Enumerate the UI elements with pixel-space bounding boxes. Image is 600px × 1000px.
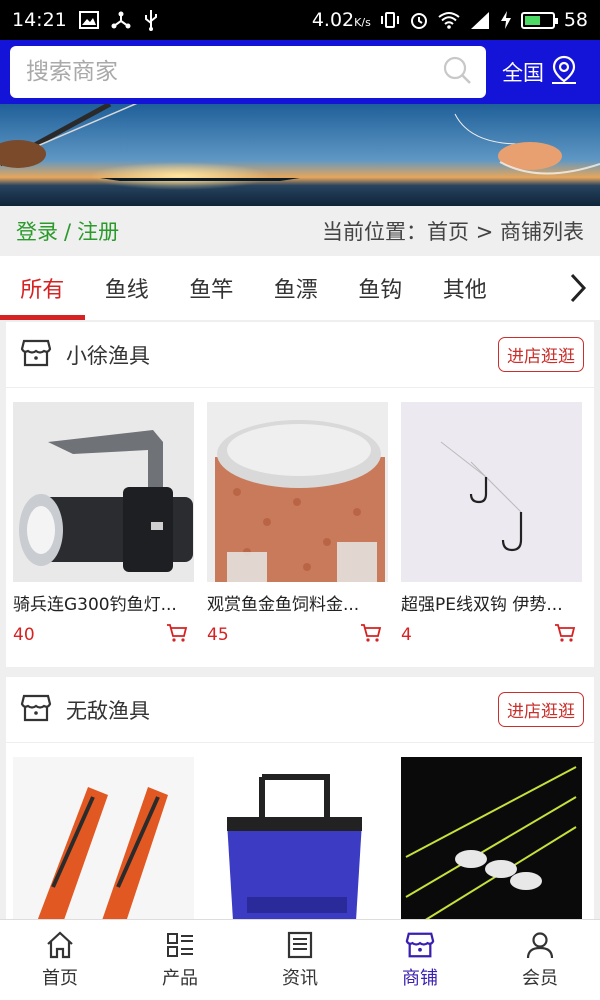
product-price: 45 [207,625,229,645]
network-speed: 4.02K/s [311,9,371,31]
region-selector[interactable]: 全国 [502,55,578,90]
register-link[interactable]: 注册 [77,220,119,244]
add-to-cart-icon[interactable] [360,623,382,647]
nav-label: 商铺 [402,968,438,989]
shop-card: 无敌渔具 进店逛逛 [6,677,594,937]
store-icon [20,337,52,373]
tabs-next-button[interactable] [556,256,600,320]
add-to-cart-icon[interactable] [554,623,576,647]
status-bar: 14:21 4.02K/s 58 [0,0,600,40]
product-item[interactable]: 观赏鱼金鱼饲料金... 45 [207,402,388,647]
product-name: 骑兵连G300钓鱼灯... [13,595,177,615]
login-link[interactable]: 登录 [16,220,58,244]
nav-home[interactable]: 首页 [0,920,120,1000]
nav-label: 首页 [42,968,78,989]
news-icon [287,931,313,959]
product-image-floats[interactable] [401,757,582,937]
bottom-navigation: 首页 产品 资讯 商铺 会员 [0,919,600,1000]
image-notification-icon [78,11,99,29]
tab-hook[interactable]: 鱼钩 [338,256,423,320]
product-name: 超强PE线双钩 伊势... [401,595,563,615]
shop-header: 无敌渔具 进店逛逛 [6,677,594,743]
location-bar: 登录 / 注册 当前位置：首页 > 商铺列表 [0,206,600,256]
product-image-fishing-light[interactable] [13,402,194,582]
store-icon [20,692,52,728]
search-icon[interactable] [442,55,472,89]
product-row: 骑兵连G300钓鱼灯... 40 观赏鱼金鱼饲料金... 45 超强PE线双钩 … [6,388,594,647]
nav-label: 产品 [162,968,198,989]
battery-percent: 58 [563,9,588,31]
alarm-icon [409,10,429,30]
visit-shop-button[interactable]: 进店逛逛 [498,337,584,372]
product-item[interactable]: 骑兵连G300钓鱼灯... 40 [13,402,194,647]
tab-all[interactable]: 所有 [0,256,85,320]
breadcrumb: 当前位置：首页 > 商铺列表 [322,220,584,244]
product-image-double-hook[interactable] [401,402,582,582]
region-label: 全国 [502,61,544,85]
top-header: 全国 [0,40,600,104]
product-list-icon [167,933,193,957]
signal-4g-icon [469,10,491,30]
tab-float[interactable]: 鱼漂 [254,256,339,320]
nav-member[interactable]: 会员 [480,920,600,1000]
visit-shop-button[interactable]: 进店逛逛 [498,692,584,727]
battery-icon [520,11,558,29]
nav-label: 资讯 [282,968,318,989]
product-item[interactable] [207,757,388,937]
nav-news[interactable]: 资讯 [240,920,360,1000]
shop-name[interactable]: 小徐渔具 [66,340,150,370]
product-image-fish-food[interactable] [207,402,388,582]
product-image-rod-bag[interactable] [13,757,194,937]
nav-products[interactable]: 产品 [120,920,240,1000]
product-name: 观赏鱼金鱼饲料金... [207,595,360,615]
tab-fishing-rod[interactable]: 鱼竿 [169,256,254,320]
nav-shops[interactable]: 商铺 [360,920,480,1000]
wifi-icon [438,11,460,29]
shop-header: 小徐渔具 进店逛逛 [6,322,594,388]
login-separator: / [64,220,72,244]
share-notification-icon [111,10,131,30]
member-icon [526,932,554,959]
add-to-cart-icon[interactable] [166,623,188,647]
tab-fishing-line[interactable]: 鱼线 [85,256,170,320]
product-image-bait-bucket[interactable] [207,757,388,937]
category-tabs: 所有 鱼线 鱼竿 鱼漂 鱼钩 其他 [0,256,600,320]
product-item[interactable] [13,757,194,937]
usb-icon [143,9,159,31]
vibrate-icon [380,10,400,30]
nav-label: 会员 [522,968,558,989]
login-register: 登录 / 注册 [16,216,119,246]
search-input[interactable] [26,59,442,85]
tab-other[interactable]: 其他 [423,256,508,320]
location-pin-icon [550,55,578,90]
charging-icon [500,10,512,30]
chevron-right-icon [570,273,587,303]
status-time: 14:21 [12,9,67,31]
product-row [6,743,594,937]
product-item[interactable] [401,757,582,937]
product-price: 4 [401,625,412,645]
shop-name[interactable]: 无敌渔具 [66,695,150,725]
banner-image[interactable] [0,104,600,206]
shop-card: 小徐渔具 进店逛逛 骑兵连G300钓鱼灯... 40 观赏鱼金鱼饲料金... 4… [6,322,594,667]
product-item[interactable]: 超强PE线双钩 伊势... 4 [401,402,582,647]
search-box[interactable] [10,46,486,98]
product-price: 40 [13,625,35,645]
home-icon [47,931,73,959]
shop-icon [405,932,435,958]
